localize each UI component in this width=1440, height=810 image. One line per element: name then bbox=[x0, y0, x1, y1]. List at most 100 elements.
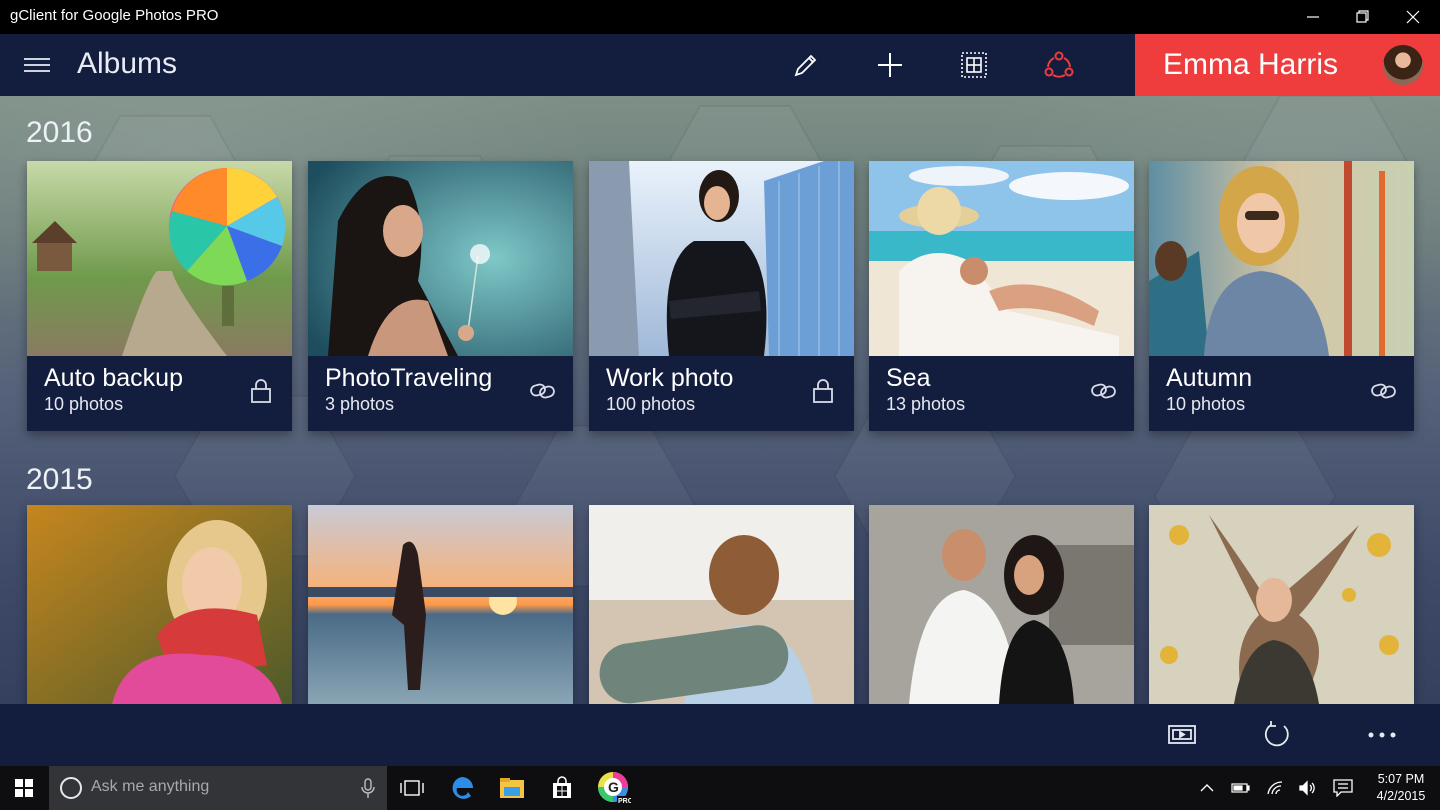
clock-time: 5:07 PM bbox=[1377, 772, 1425, 786]
album-info: Sea 13 photos bbox=[869, 356, 1134, 431]
task-view-button[interactable] bbox=[388, 766, 436, 810]
taskbar-clock[interactable]: 5:07 PM 4/2/2015 bbox=[1368, 771, 1434, 805]
task-view-icon bbox=[400, 780, 424, 796]
store-button[interactable] bbox=[538, 766, 586, 810]
album-info: Auto backup 10 photos bbox=[27, 356, 292, 431]
volume-button[interactable] bbox=[1294, 766, 1322, 810]
volume-icon bbox=[1299, 780, 1315, 796]
album-photo-count: 13 photos bbox=[886, 394, 966, 414]
refresh-icon bbox=[1264, 721, 1289, 747]
store-icon bbox=[553, 776, 571, 798]
album-card-work-photo[interactable]: Work photo 100 photos bbox=[589, 161, 854, 431]
album-thumbnail bbox=[869, 161, 1134, 356]
plus-icon bbox=[878, 53, 902, 77]
album-card[interactable] bbox=[589, 505, 854, 704]
album-name: Autumn bbox=[1166, 364, 1253, 392]
edge-browser-button[interactable] bbox=[438, 766, 486, 810]
action-center-button[interactable] bbox=[1328, 766, 1358, 810]
album-card[interactable] bbox=[1149, 505, 1414, 704]
show-hidden-icons-button[interactable] bbox=[1196, 766, 1218, 810]
hamburger-icon bbox=[24, 58, 50, 72]
album-info: Autumn 10 photos bbox=[1149, 356, 1414, 431]
album-card-auto-backup[interactable]: Auto backup 10 photos bbox=[27, 161, 292, 431]
wifi-icon bbox=[1267, 781, 1283, 795]
select-button[interactable] bbox=[952, 43, 996, 87]
lock-icon bbox=[248, 378, 274, 404]
albums-grid[interactable]: 2016 Auto backup 10 photos PhotoTravelin… bbox=[0, 96, 1440, 704]
app-header: Albums Emma Harris bbox=[0, 34, 1440, 96]
share-button[interactable] bbox=[1037, 43, 1081, 87]
link-icon bbox=[1370, 378, 1396, 404]
album-thumbnail bbox=[308, 161, 573, 356]
user-name: Emma Harris bbox=[1163, 48, 1339, 81]
link-icon bbox=[1090, 378, 1116, 404]
album-photo-count: 3 photos bbox=[325, 394, 395, 414]
restore-button[interactable] bbox=[1340, 0, 1386, 34]
album-card-phototraveling[interactable]: PhotoTraveling 3 photos bbox=[308, 161, 573, 431]
slideshow-icon bbox=[1168, 725, 1196, 744]
user-account-panel[interactable]: Emma Harris bbox=[1135, 34, 1440, 96]
close-icon bbox=[1406, 10, 1420, 24]
close-button[interactable] bbox=[1390, 0, 1436, 34]
add-album-button[interactable] bbox=[868, 43, 912, 87]
album-name: Sea bbox=[886, 364, 931, 392]
lock-icon bbox=[810, 378, 836, 404]
avatar bbox=[1383, 45, 1423, 85]
refresh-button[interactable] bbox=[1259, 719, 1295, 751]
album-card[interactable] bbox=[27, 505, 292, 704]
window-title: gClient for Google Photos PRO bbox=[10, 7, 219, 24]
album-name: PhotoTraveling bbox=[325, 364, 493, 392]
album-thumbnail bbox=[308, 505, 573, 704]
battery-button[interactable] bbox=[1228, 766, 1254, 810]
edit-button[interactable] bbox=[784, 43, 828, 87]
slideshow-button[interactable] bbox=[1164, 719, 1200, 751]
minimize-button[interactable] bbox=[1290, 0, 1336, 34]
restore-icon bbox=[1356, 10, 1369, 23]
file-explorer-button[interactable] bbox=[488, 766, 536, 810]
album-photo-count: 10 photos bbox=[44, 394, 124, 414]
file-explorer-icon bbox=[500, 778, 524, 798]
album-info: Work photo 100 photos bbox=[589, 356, 854, 431]
gclient-icon: G PRO bbox=[598, 772, 631, 805]
album-card-autumn[interactable]: Autumn 10 photos bbox=[1149, 161, 1414, 431]
svg-text:G: G bbox=[608, 779, 619, 795]
hamburger-menu-button[interactable] bbox=[20, 51, 54, 79]
svg-text:PRO: PRO bbox=[618, 798, 631, 805]
cortana-icon bbox=[60, 777, 82, 799]
microphone-icon[interactable] bbox=[361, 777, 375, 799]
album-thumbnail bbox=[589, 161, 854, 356]
album-thumbnail bbox=[869, 505, 1134, 704]
edge-icon bbox=[452, 777, 473, 799]
album-card[interactable] bbox=[308, 505, 573, 704]
gclient-app-button[interactable]: G PRO bbox=[590, 766, 638, 810]
command-bar bbox=[0, 704, 1440, 766]
clock-date: 4/2/2015 bbox=[1376, 789, 1426, 803]
network-button[interactable] bbox=[1262, 766, 1290, 810]
album-photo-count: 10 photos bbox=[1166, 394, 1246, 414]
chevron-up-icon bbox=[1200, 784, 1214, 792]
more-options-button[interactable] bbox=[1364, 719, 1400, 751]
album-thumbnail bbox=[1149, 161, 1414, 356]
minimize-icon bbox=[1307, 16, 1319, 18]
select-grid-icon bbox=[961, 52, 987, 78]
album-name: Auto backup bbox=[44, 364, 183, 392]
album-thumbnail bbox=[27, 505, 292, 704]
battery-icon bbox=[1231, 783, 1250, 793]
pencil-icon bbox=[794, 54, 817, 77]
share-icon bbox=[1044, 51, 1074, 78]
album-thumbnail bbox=[27, 161, 292, 356]
album-name: Work photo bbox=[606, 364, 734, 392]
album-card[interactable] bbox=[869, 505, 1134, 704]
notification-icon bbox=[1333, 779, 1353, 797]
start-button[interactable] bbox=[0, 766, 48, 810]
album-thumbnail bbox=[1149, 505, 1414, 704]
section-year-2016: 2016 bbox=[26, 116, 93, 149]
more-icon bbox=[1368, 732, 1396, 738]
windows-taskbar: Ask me anything G PRO 5:07 PM 4/2/2015 bbox=[0, 766, 1440, 810]
album-card-sea[interactable]: Sea 13 photos bbox=[869, 161, 1134, 431]
window-titlebar: gClient for Google Photos PRO bbox=[0, 0, 1440, 34]
search-placeholder: Ask me anything bbox=[91, 778, 210, 795]
cortana-search-box[interactable]: Ask me anything bbox=[49, 766, 387, 810]
page-title: Albums bbox=[77, 47, 178, 80]
album-info: PhotoTraveling 3 photos bbox=[308, 356, 573, 431]
